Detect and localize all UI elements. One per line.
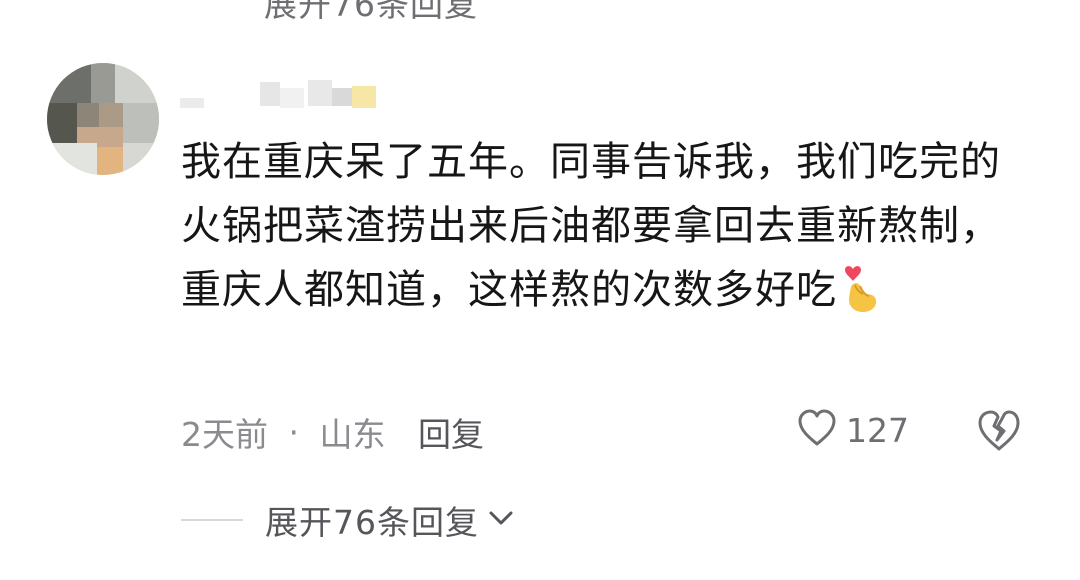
broken-heart-icon (978, 410, 1020, 451)
chevron-down-icon[interactable] (487, 508, 515, 532)
username[interactable] (178, 74, 388, 114)
heart-finger-emoji (841, 265, 883, 332)
reply-button[interactable]: 回复 (418, 415, 484, 454)
expand-replies-label[interactable]: 展开76条回复 (265, 496, 479, 544)
heart-outline-icon[interactable] (796, 409, 838, 451)
like-count: 127 (846, 410, 909, 450)
meta-separator: · (288, 412, 300, 452)
previous-expand-replies[interactable]: 展开76条回复 (264, 0, 478, 26)
expand-divider (181, 519, 243, 521)
expand-replies[interactable]: 展开76条回复 (181, 497, 515, 543)
comment-meta: 2天前 · 山东 回复 (181, 408, 484, 455)
like-button[interactable]: 127 (796, 406, 909, 454)
comment-time: 2天前 (181, 415, 268, 454)
comment-location: 山东 (319, 415, 386, 454)
comment-text: 我在重庆呆了五年。同事告诉我，我们吃完的火锅把菜渣捞出来后油都要拿回去重新熬制，… (181, 130, 1011, 332)
dislike-button[interactable] (976, 409, 1022, 453)
avatar[interactable] (47, 63, 159, 175)
